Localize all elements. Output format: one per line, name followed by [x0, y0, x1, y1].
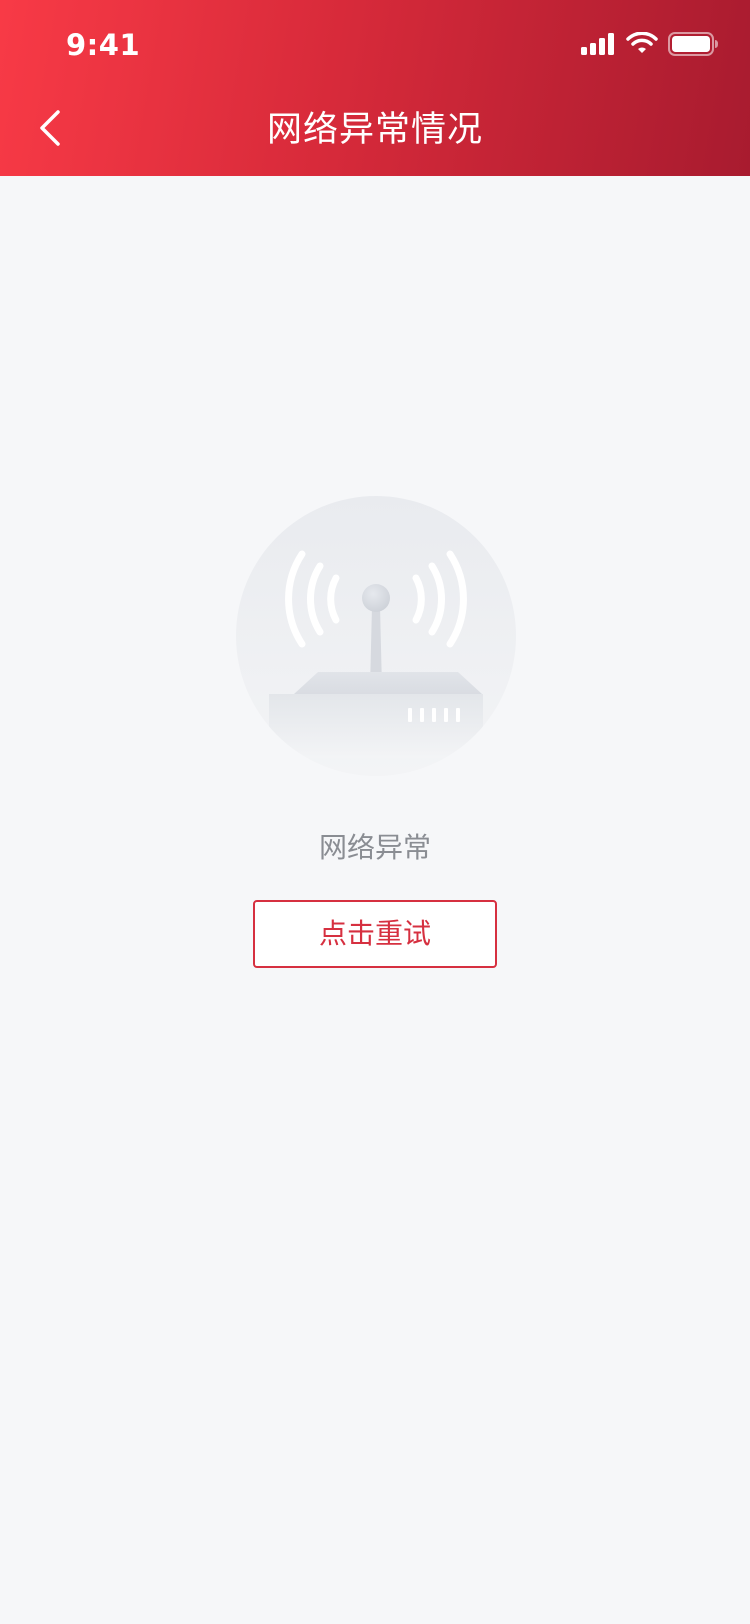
error-message: 网络异常	[318, 831, 431, 864]
battery-icon	[668, 31, 720, 61]
page-title: 网络异常情况	[266, 110, 483, 150]
navigation-header: 9:41 网络异常情况	[0, 0, 750, 176]
wifi-icon	[626, 31, 658, 60]
status-time: 9:41	[66, 28, 141, 62]
router-signal-icon	[236, 496, 516, 776]
cellular-signal-icon	[580, 32, 616, 60]
retry-button[interactable]: 点击重试	[253, 900, 497, 968]
status-icons	[580, 31, 720, 61]
